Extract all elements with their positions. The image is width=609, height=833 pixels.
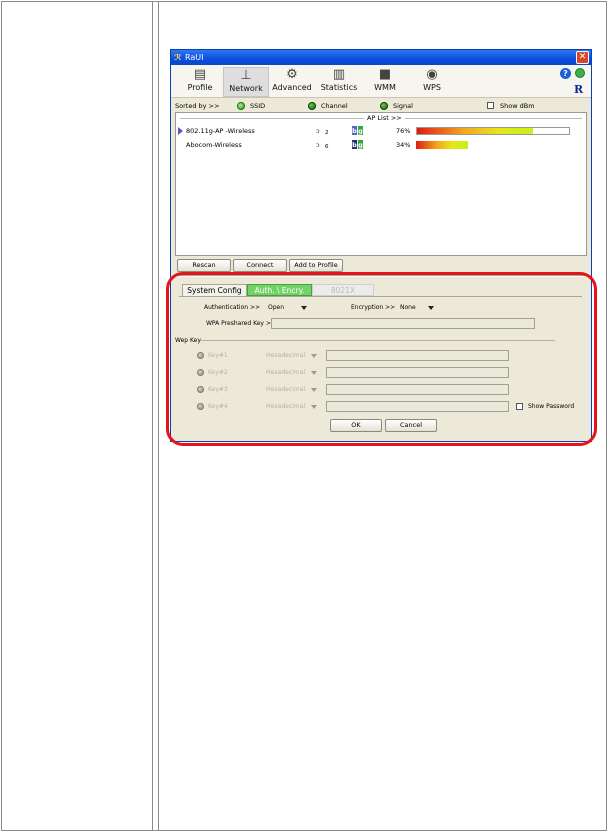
toolbar-advanced-button[interactable]: ⚙ Advanced [269, 67, 315, 97]
toolbar-profile-label: Profile [187, 83, 213, 92]
channel-antenna-icon: ↄ [316, 141, 320, 149]
sort-ssid-label: SSID [250, 102, 266, 110]
mode-b-badge: b [352, 140, 357, 149]
main-toolbar: ▤ Profile ⊥ Network ⚙ Advanced ▥ Statist… [171, 65, 591, 98]
toolbar-wps-label: WPS [423, 83, 441, 92]
sort-channel-label: Channel [321, 102, 348, 110]
toolbar-statistics-button[interactable]: ▥ Statistics [316, 67, 362, 97]
wps-icon: ◉ [426, 67, 438, 82]
ap-ssid: 802.11g-AP -Wireless [186, 127, 255, 135]
close-icon: ✕ [578, 52, 587, 62]
sort-bar: Sorted by >> SSID Channel Signal Show dB… [175, 100, 587, 112]
advanced-gear-icon: ⚙ [286, 67, 298, 82]
app-logo-icon: ℛ [174, 53, 182, 62]
signal-bar [416, 127, 570, 135]
toolbar-network-button[interactable]: ⊥ Network [223, 67, 269, 97]
help-icon[interactable]: ? [560, 68, 571, 79]
ap-channel: 6 [325, 144, 329, 150]
highlight-annotation [166, 272, 597, 446]
show-dbm-checkbox[interactable] [487, 102, 494, 109]
signal-bar [416, 141, 570, 149]
ap-row[interactable]: 802.11g-AP -Wireless ↄ 2 b g 76% [178, 125, 584, 137]
signal-bar-fill [417, 128, 533, 134]
toolbar-advanced-label: Advanced [272, 83, 312, 92]
toolbar-network-label: Network [229, 84, 263, 93]
mode-g-badge: g [358, 140, 363, 149]
title-bar[interactable]: ℛ RaUI ✕ [171, 50, 591, 65]
mode-b-badge: b [352, 126, 357, 135]
sorted-by-label: Sorted by >> [175, 102, 220, 110]
toolbar-wmm-label: WMM [374, 83, 396, 92]
ap-signal-text: 76% [396, 127, 411, 135]
selected-row-arrow-icon [178, 127, 183, 135]
sort-signal-radio[interactable] [380, 102, 388, 110]
ap-channel: 2 [325, 130, 329, 136]
add-to-profile-button[interactable]: Add to Profile [289, 259, 343, 272]
signal-bar-fill [416, 141, 469, 149]
rescan-button[interactable]: Rescan [177, 259, 231, 272]
close-button[interactable]: ✕ [576, 51, 589, 64]
profile-icon: ▤ [193, 67, 207, 82]
ralink-logo-icon: R [574, 83, 584, 96]
toolbar-wmm-button[interactable]: ■ WMM [362, 67, 408, 97]
sort-signal-label: Signal [393, 102, 413, 110]
toolbar-statistics-label: Statistics [320, 83, 358, 92]
ap-signal-text: 34% [396, 141, 411, 149]
connect-button[interactable]: Connect [233, 259, 287, 272]
wmm-icon: ■ [378, 67, 392, 82]
channel-antenna-icon: ↄ [316, 127, 320, 135]
document-column-divider [152, 1, 159, 831]
ap-row[interactable]: Abocom-Wireless ↄ 6 b g 34% [178, 139, 584, 151]
toolbar-profile-button[interactable]: ▤ Profile [177, 67, 223, 97]
toolbar-wps-button[interactable]: ◉ WPS [409, 67, 455, 97]
mode-g-badge: g [358, 126, 363, 135]
globe-icon[interactable] [575, 68, 585, 78]
show-dbm-label: Show dBm [500, 102, 535, 110]
statistics-icon: ▥ [332, 67, 346, 82]
ap-ssid: Abocom-Wireless [186, 141, 242, 149]
sort-ssid-radio[interactable] [237, 102, 245, 110]
window-title: RaUI [185, 53, 204, 62]
network-icon: ⊥ [240, 68, 252, 83]
sort-channel-radio[interactable] [308, 102, 316, 110]
ap-list[interactable]: AP List >> 802.11g-AP -Wireless ↄ 2 b g … [175, 112, 587, 256]
ap-list-header: AP List >> [364, 113, 405, 123]
